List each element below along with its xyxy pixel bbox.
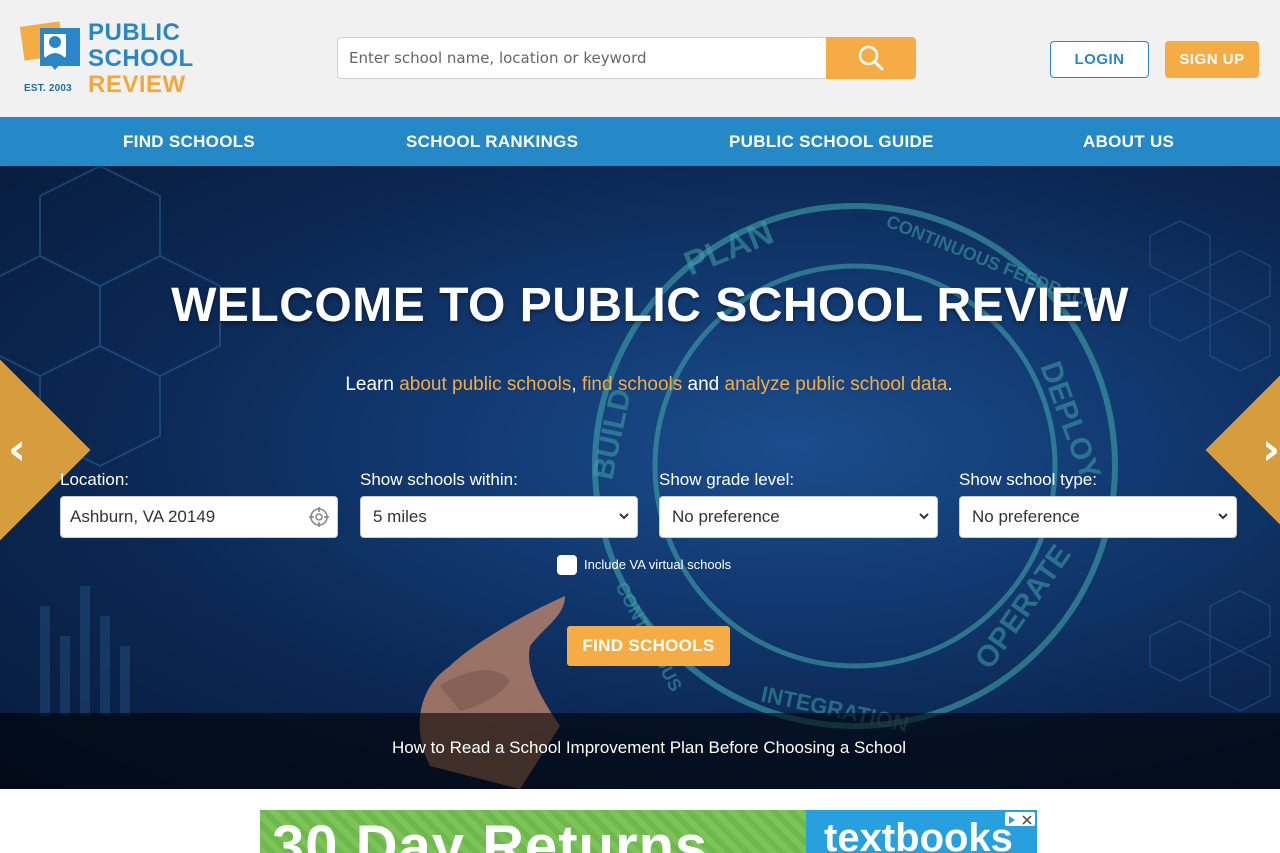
nav-item-about-us[interactable]: ABOUT US bbox=[1083, 117, 1174, 166]
hero-sub-prefix: Learn bbox=[345, 374, 400, 395]
hero-title: WELCOME TO PUBLIC SCHOOL REVIEW bbox=[171, 279, 1129, 332]
grade-select[interactable]: No preference bbox=[659, 496, 938, 538]
logo-line-2: SCHOOL bbox=[88, 45, 194, 72]
chevron-left-icon[interactable]: ‹ bbox=[8, 424, 26, 475]
chevron-right-icon[interactable]: › bbox=[1262, 424, 1280, 475]
hero-sub-sep1: , bbox=[571, 374, 582, 395]
ad-left-panel: 30 Day Returns bbox=[260, 810, 806, 853]
site-header: EST. 2003 PUBLIC SCHOOL REVIEW LOGIN SIG… bbox=[0, 0, 1280, 117]
grade-label: Show grade level: bbox=[659, 470, 795, 489]
chevron-down-icon bbox=[619, 513, 629, 520]
bg-word-plan: PLAN bbox=[679, 214, 779, 284]
logo-wordmark: PUBLIC SCHOOL REVIEW bbox=[88, 20, 194, 98]
main-nav: FIND SCHOOLS SCHOOL RANKINGS PUBLIC SCHO… bbox=[0, 117, 1280, 166]
search-bar bbox=[337, 37, 916, 79]
advertisement-banner[interactable]: 30 Day Returns textbooks bbox=[260, 810, 1037, 853]
location-label: Location: bbox=[60, 470, 129, 489]
chevron-down-icon bbox=[1218, 513, 1228, 520]
featured-article-strip: How to Read a School Improvement Plan Be… bbox=[0, 713, 1280, 789]
location-input[interactable]: Ashburn, VA 20149 bbox=[60, 496, 338, 538]
within-select[interactable]: 5 miles bbox=[360, 496, 638, 538]
logo-line-3: REVIEW bbox=[88, 71, 186, 98]
hero-sub-sep2: and bbox=[682, 374, 725, 395]
adchoices-glyph bbox=[1009, 815, 1032, 825]
school-pin-icon bbox=[20, 21, 80, 70]
featured-article-link[interactable]: How to Read a School Improvement Plan Be… bbox=[0, 738, 1280, 758]
type-value: No preference bbox=[972, 507, 1080, 526]
within-value: 5 miles bbox=[373, 507, 427, 526]
virtual-schools-checkbox[interactable] bbox=[557, 555, 577, 575]
search-input[interactable] bbox=[337, 37, 826, 79]
within-label: Show schools within: bbox=[360, 470, 518, 489]
virtual-schools-label[interactable]: Include VA virtual schools bbox=[584, 557, 731, 572]
type-select[interactable]: No preference bbox=[959, 496, 1237, 538]
hero-subtitle: Learn about public schools, find schools… bbox=[0, 374, 1280, 396]
location-value: Ashburn, VA 20149 bbox=[70, 507, 216, 526]
grade-value: No preference bbox=[672, 507, 780, 526]
adchoices-icon[interactable] bbox=[1005, 812, 1035, 826]
link-about-public-schools[interactable]: about public schools bbox=[399, 374, 571, 395]
login-button[interactable]: LOGIN bbox=[1050, 41, 1149, 78]
link-analyze-data[interactable]: analyze public school data bbox=[725, 374, 948, 395]
nav-item-public-school-guide[interactable]: PUBLIC SCHOOL GUIDE bbox=[729, 117, 934, 166]
site-logo[interactable]: EST. 2003 PUBLIC SCHOOL REVIEW bbox=[20, 20, 220, 98]
signup-button[interactable]: SIGN UP bbox=[1165, 41, 1259, 78]
search-icon bbox=[858, 45, 884, 71]
logo-est: EST. 2003 bbox=[24, 83, 72, 94]
locate-me-icon[interactable] bbox=[309, 507, 329, 527]
ad-brand: textbooks bbox=[824, 816, 1013, 853]
link-find-schools[interactable]: find schools bbox=[582, 374, 682, 395]
bg-word-operate: OPERATE bbox=[969, 539, 1078, 675]
ad-headline: 30 Day Returns bbox=[272, 814, 709, 853]
nav-item-school-rankings[interactable]: SCHOOL RANKINGS bbox=[406, 117, 578, 166]
hero-banner: PLAN CONTINUOUS FEEDBACK DEPLOY OPERATE … bbox=[0, 166, 1280, 789]
search-button[interactable] bbox=[826, 37, 916, 79]
chevron-down-icon bbox=[919, 513, 929, 520]
type-label: Show school type: bbox=[959, 470, 1097, 489]
logo-line-1: PUBLIC bbox=[88, 19, 181, 46]
nav-item-find-schools[interactable]: FIND SCHOOLS bbox=[123, 117, 255, 166]
hero-sub-suffix: . bbox=[947, 374, 953, 395]
ad-right-panel: textbooks bbox=[806, 810, 1037, 853]
find-schools-button[interactable]: FIND SCHOOLS bbox=[567, 626, 730, 666]
